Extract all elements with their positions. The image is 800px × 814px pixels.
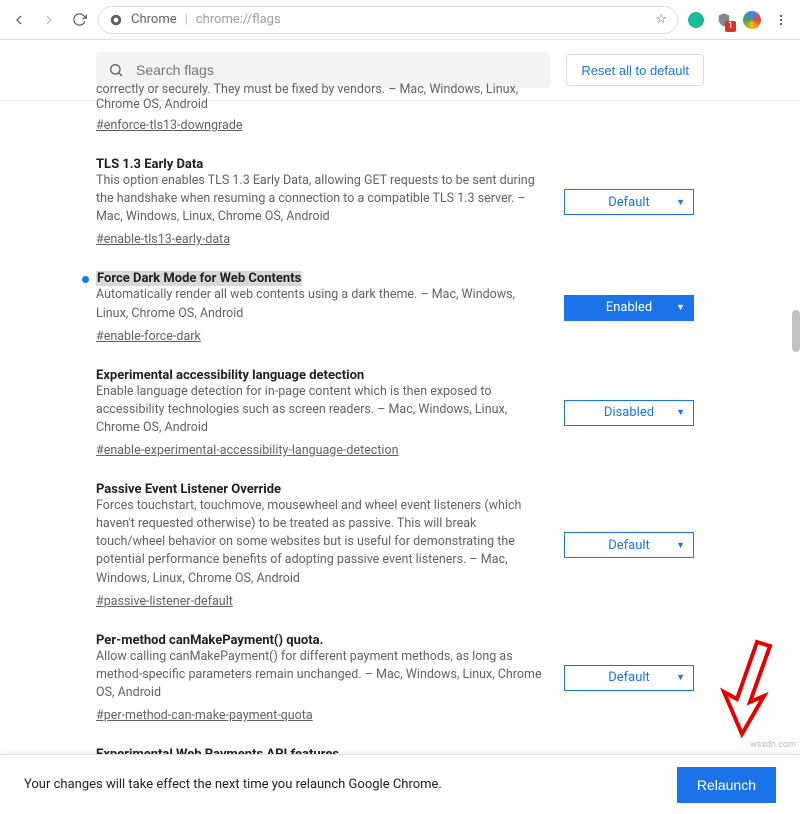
flag-title: Force Dark Mode for Web Contents <box>96 271 302 286</box>
flag-anchor[interactable]: #enable-experimental-accessibility-langu… <box>96 443 399 458</box>
profile-avatar[interactable] <box>742 10 762 30</box>
forward-button[interactable] <box>38 9 60 31</box>
flag-row: Per-method canMakePayment() quota.Allow … <box>96 619 704 733</box>
relaunch-button[interactable]: Relaunch <box>677 767 776 803</box>
browser-toolbar: Chrome | chrome://flags ☆ 1 <box>0 0 800 40</box>
flag-anchor[interactable]: #enable-tls13-early-data <box>96 232 230 247</box>
chevron-down-icon: ▼ <box>676 197 685 208</box>
flag-dropdown-value: Disabled <box>604 405 654 420</box>
chevron-down-icon: ▼ <box>676 540 685 551</box>
flag-desc: Automatically render all web contents us… <box>96 286 544 322</box>
flag-desc: Forces touchstart, touchmove, mousewheel… <box>96 497 544 588</box>
flag-row: TLS 1.3 Early DataThis option enables TL… <box>96 143 704 257</box>
bookmark-star-icon[interactable]: ☆ <box>655 12 667 27</box>
omnibox-origin: Chrome <box>131 12 177 27</box>
modified-dot-icon <box>82 276 89 283</box>
search-icon <box>108 62 124 78</box>
address-bar[interactable]: Chrome | chrome://flags ☆ <box>98 6 678 34</box>
flag-desc: Allow calling canMakePayment() for diffe… <box>96 648 544 702</box>
flag-anchor[interactable]: #enable-force-dark <box>96 329 201 344</box>
extension-green-icon[interactable] <box>686 10 706 30</box>
flag-row: Force Dark Mode for Web ContentsAutomati… <box>96 257 704 353</box>
flag-title: Experimental accessibility language dete… <box>96 368 364 383</box>
flag-desc: correctly or securely. They must be fixe… <box>96 82 544 112</box>
relaunch-text: Your changes will take effect the next t… <box>24 777 442 792</box>
watermark: wsxdn.com <box>750 740 796 750</box>
chrome-globe-icon <box>109 13 123 27</box>
flag-dropdown[interactable]: Default ▼ <box>564 665 694 691</box>
flag-dropdown-value: Default <box>608 195 650 210</box>
flag-desc: This option enables TLS 1.3 Early Data, … <box>96 172 544 226</box>
flag-title: Experimental Web Payments API features <box>96 747 339 754</box>
flag-dropdown-value: Default <box>608 538 650 553</box>
flag-anchor[interactable]: #passive-listener-default <box>96 594 233 609</box>
flag-row: Experimental accessibility language dete… <box>96 354 704 468</box>
extension-badge: 1 <box>725 21 736 32</box>
chevron-down-icon: ▼ <box>676 407 685 418</box>
flag-dropdown-value: Default <box>608 670 650 685</box>
flags-list: correctly or securely. They must be fixe… <box>0 82 800 754</box>
flag-dropdown[interactable]: Default ▼ <box>564 189 694 215</box>
flag-desc: Enable language detection for in-page co… <box>96 383 544 437</box>
search-input[interactable] <box>134 61 538 79</box>
flag-dropdown[interactable]: Disabled ▼ <box>564 400 694 426</box>
flag-row: Passive Event Listener OverrideForces to… <box>96 468 704 619</box>
relaunch-bar: Your changes will take effect the next t… <box>0 754 800 814</box>
flag-row: Experimental Web Payments API featuresEn… <box>96 733 704 754</box>
back-button[interactable] <box>8 9 30 31</box>
flag-dropdown-value: Enabled <box>606 300 652 315</box>
extension-shield-icon[interactable]: 1 <box>714 10 734 30</box>
flag-dropdown[interactable]: Default ▼ <box>564 532 694 558</box>
omnibox-path: chrome://flags <box>196 12 281 27</box>
chevron-down-icon: ▼ <box>676 302 685 313</box>
menu-button[interactable] <box>770 9 792 31</box>
flag-anchor[interactable]: #enforce-tls13-downgrade <box>96 118 243 133</box>
flag-title: Per-method canMakePayment() quota. <box>96 633 323 648</box>
flag-title: Passive Event Listener Override <box>96 482 281 497</box>
flag-dropdown[interactable]: Enabled ▼ <box>564 295 694 321</box>
chevron-down-icon: ▼ <box>676 672 685 683</box>
reload-button[interactable] <box>68 9 90 31</box>
scrollbar-thumb[interactable] <box>792 310 800 352</box>
flag-anchor[interactable]: #per-method-can-make-payment-quota <box>96 708 313 723</box>
flag-title: TLS 1.3 Early Data <box>96 157 203 172</box>
